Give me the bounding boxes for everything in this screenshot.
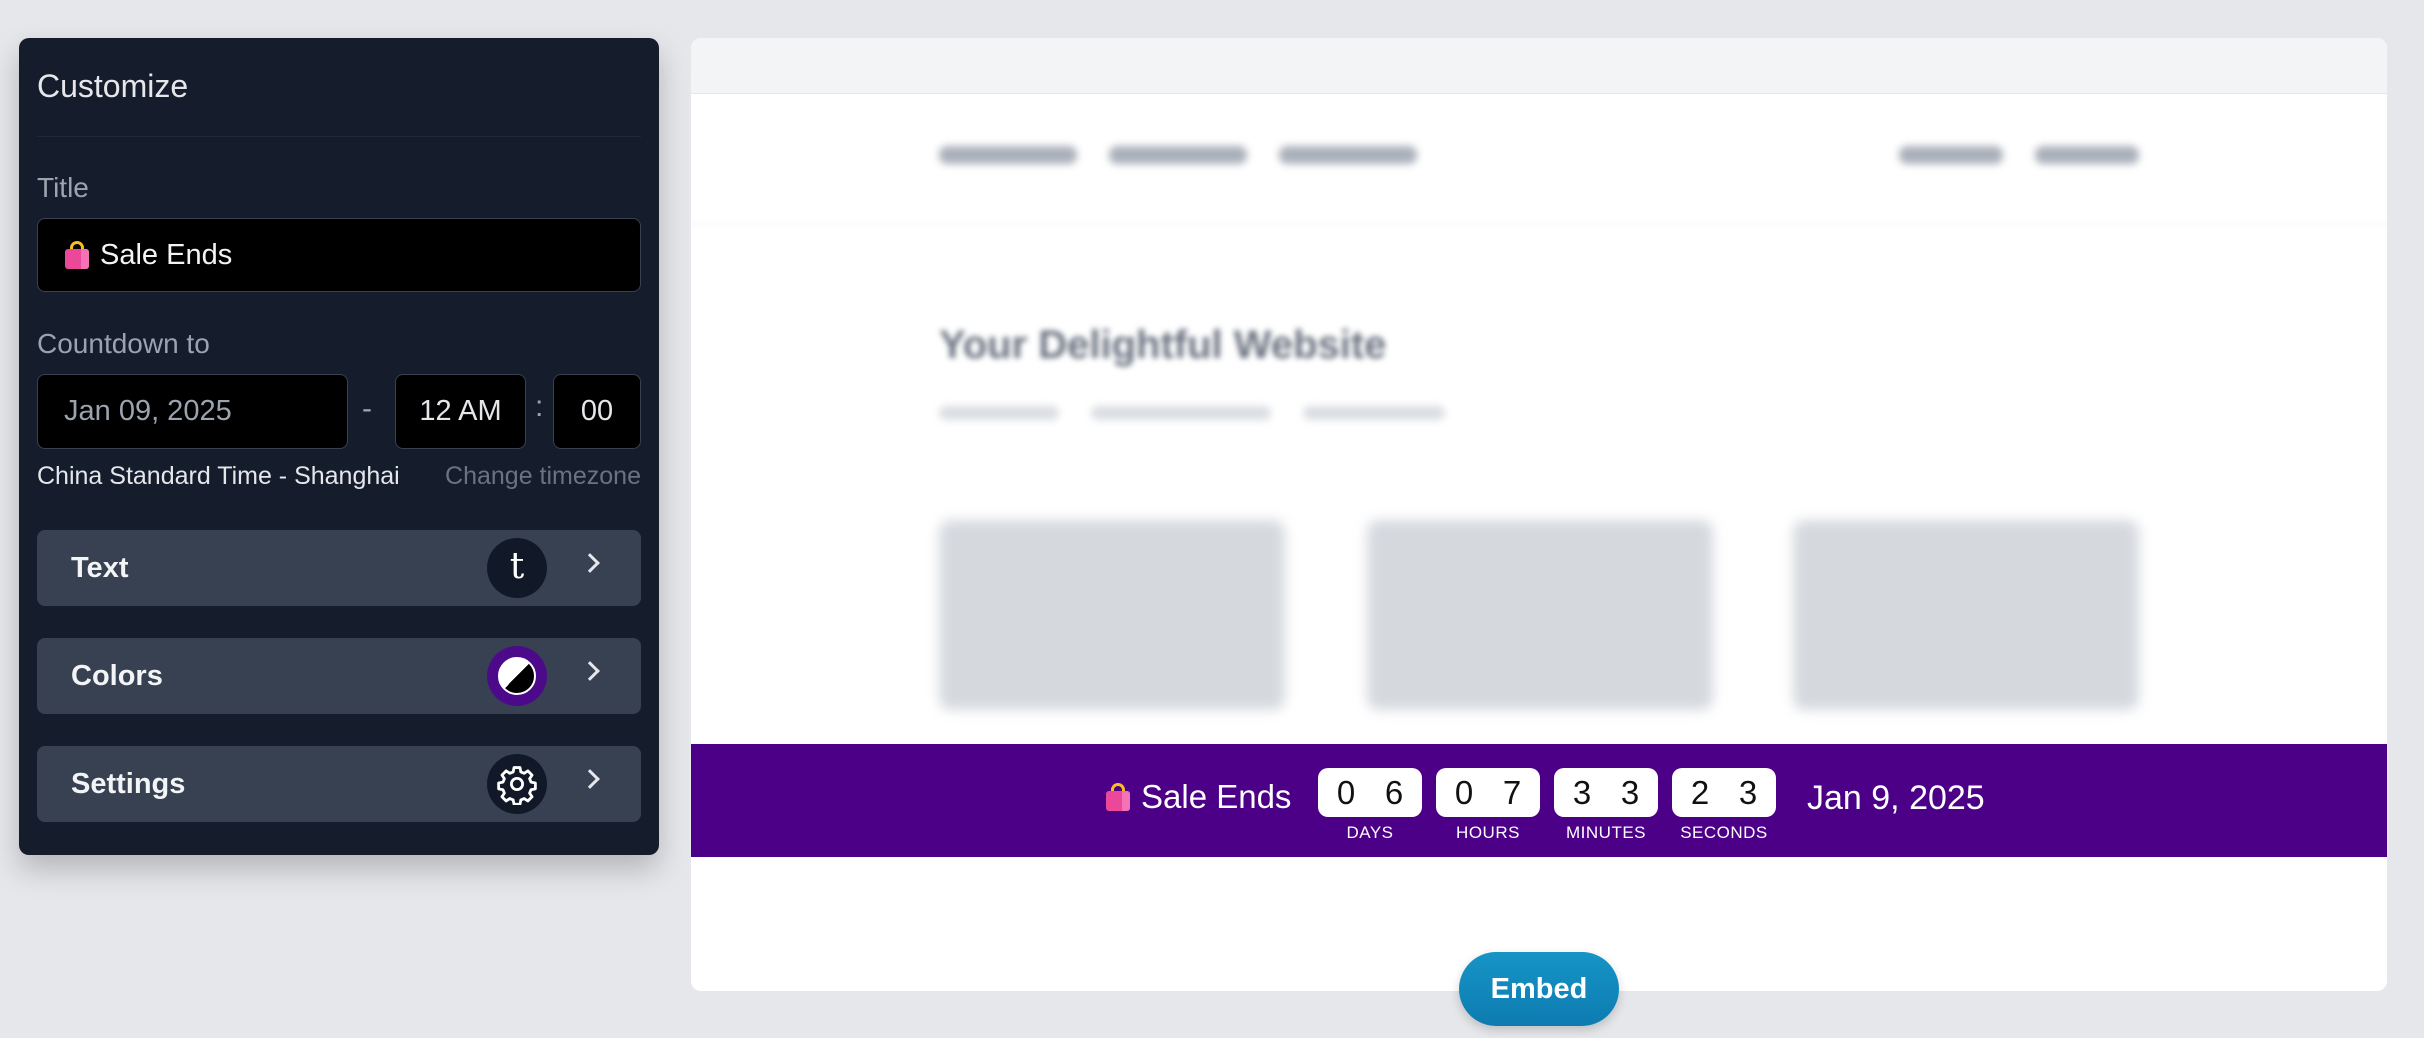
text-settings-row[interactable]: Text t bbox=[37, 530, 641, 606]
placeholder-nav-item bbox=[1109, 146, 1247, 164]
days-digits: 0 6 bbox=[1318, 768, 1422, 817]
countdown-title: Sale Ends bbox=[1103, 778, 1291, 816]
settings-row[interactable]: Settings bbox=[37, 746, 641, 822]
embed-button[interactable]: Embed bbox=[1459, 952, 1619, 1026]
change-timezone-link[interactable]: Change timezone bbox=[445, 462, 641, 491]
customize-panel: Customize Title Sale Ends Countdown to J… bbox=[19, 38, 659, 855]
shopping-bag-icon bbox=[1103, 782, 1133, 812]
hours-digits: 0 7 bbox=[1436, 768, 1540, 817]
timezone-label: China Standard Time - Shanghai bbox=[37, 462, 400, 490]
countdown-date: Jan 9, 2025 bbox=[1807, 779, 1985, 817]
minutes-digits: 3 3 bbox=[1554, 768, 1658, 817]
digit: 7 bbox=[1502, 773, 1522, 811]
site-title: Your Delightful Website bbox=[939, 323, 1387, 367]
minute-select[interactable]: 00 bbox=[553, 374, 641, 449]
settings-row-label: Settings bbox=[71, 767, 186, 800]
website-preview: Your Delightful Website Sale Ends 0 6 DA… bbox=[691, 38, 2387, 991]
seconds-digits: 2 3 bbox=[1672, 768, 1776, 817]
date-time-separator: - bbox=[362, 392, 372, 425]
browser-top-bar bbox=[691, 38, 2387, 94]
chevron-right-icon bbox=[580, 661, 600, 681]
chevron-right-icon bbox=[580, 769, 600, 789]
time-separator: : bbox=[535, 390, 544, 423]
hours-unit: 0 7 HOURS bbox=[1436, 768, 1540, 843]
placeholder-nav-item bbox=[1279, 146, 1417, 164]
seconds-label: SECONDS bbox=[1680, 823, 1768, 842]
colors-row-label: Colors bbox=[71, 659, 163, 692]
hours-label: HOURS bbox=[1456, 823, 1520, 842]
minutes-label: MINUTES bbox=[1566, 823, 1646, 842]
gear-icon bbox=[487, 754, 547, 814]
contrast-icon bbox=[487, 646, 547, 706]
colors-settings-row[interactable]: Colors bbox=[37, 638, 641, 714]
days-unit: 0 6 DAYS bbox=[1318, 768, 1422, 843]
digit: 3 bbox=[1620, 773, 1640, 811]
digit: 2 bbox=[1690, 773, 1710, 811]
minutes-unit: 3 3 MINUTES bbox=[1554, 768, 1658, 843]
digit: 6 bbox=[1384, 773, 1404, 811]
placeholder-text bbox=[1303, 406, 1445, 420]
text-style-icon: t bbox=[487, 538, 547, 598]
placeholder-card bbox=[1793, 520, 2139, 710]
placeholder-card bbox=[939, 520, 1285, 710]
text-row-label: Text bbox=[71, 551, 129, 584]
digit: 0 bbox=[1454, 773, 1474, 811]
panel-title: Customize bbox=[37, 68, 189, 104]
header-divider bbox=[691, 223, 2387, 225]
title-input-value: Sale Ends bbox=[100, 238, 233, 271]
countdown-label: Countdown to bbox=[37, 328, 210, 359]
placeholder-nav-item bbox=[1899, 146, 2003, 164]
seconds-unit: 2 3 SECONDS bbox=[1672, 768, 1776, 843]
digit: 3 bbox=[1572, 773, 1592, 811]
days-label: DAYS bbox=[1346, 823, 1394, 842]
shopping-bag-icon bbox=[62, 240, 92, 270]
hour-select[interactable]: 12 AM bbox=[395, 374, 526, 449]
countdown-bar: Sale Ends 0 6 DAYS 0 7 HOURS 3 3 MINUTES bbox=[691, 744, 2387, 857]
panel-divider bbox=[37, 136, 641, 137]
placeholder-nav-item bbox=[939, 146, 1077, 164]
digit: 3 bbox=[1738, 773, 1758, 811]
countdown-title-text: Sale Ends bbox=[1141, 778, 1292, 815]
placeholder-card bbox=[1367, 520, 1713, 710]
chevron-right-icon bbox=[580, 553, 600, 573]
digit: 0 bbox=[1336, 773, 1356, 811]
placeholder-text bbox=[1091, 406, 1271, 420]
date-input[interactable]: Jan 09, 2025 bbox=[37, 374, 348, 449]
placeholder-text bbox=[939, 406, 1059, 420]
title-input[interactable]: Sale Ends bbox=[37, 218, 641, 292]
title-label: Title bbox=[37, 172, 89, 203]
placeholder-nav-item bbox=[2035, 146, 2139, 164]
